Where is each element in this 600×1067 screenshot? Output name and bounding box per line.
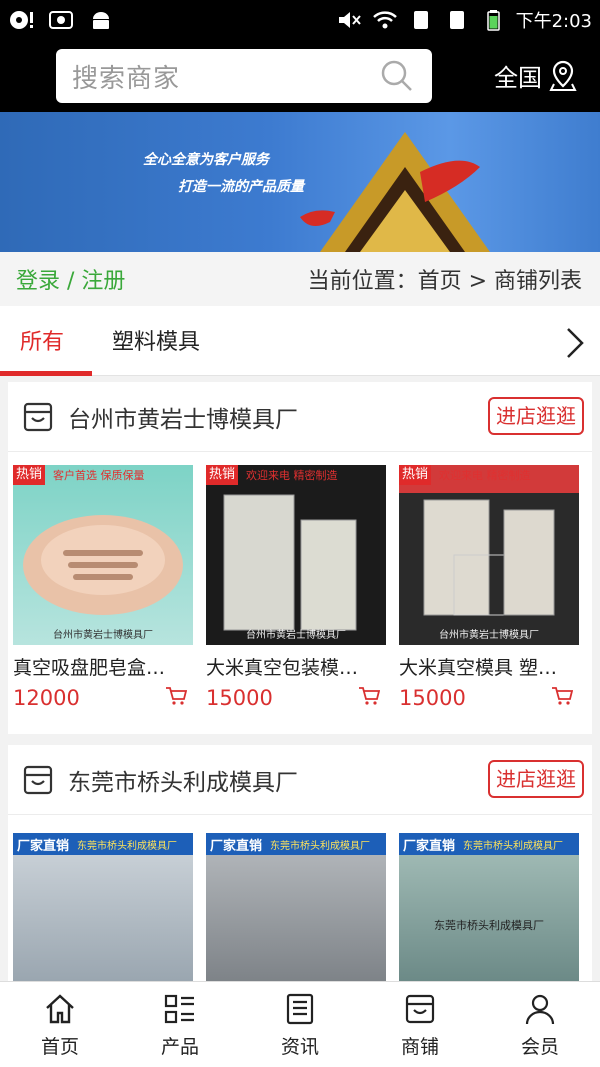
sim1-icon	[413, 11, 428, 29]
nav-shops[interactable]: 商铺	[360, 982, 480, 1067]
factory-direct-label: 厂家直销	[210, 838, 263, 854]
android-icon	[93, 12, 109, 29]
product-item[interactable]: 热销 欢迎来电 精密制造 台州市黄岩士博模具厂 大米真空模具 塑… 15000	[399, 465, 579, 710]
nav-member-label[interactable]: 会员	[521, 1032, 559, 1059]
nav-products[interactable]: 产品	[120, 982, 240, 1067]
location-row: 登录 / 注册 当前位置：首页 > 商铺列表	[0, 252, 600, 306]
shop-name[interactable]: 台州市黄岩士博模具厂	[68, 400, 298, 434]
product-image[interactable]: 热销 欢迎来电 精密制造 台州市黄岩士博模具厂	[206, 465, 386, 645]
factory-name-label: 东莞市桥头利成模具厂	[463, 840, 564, 852]
product-title[interactable]: 大米真空包装模…	[206, 653, 386, 680]
product-item[interactable]: 厂家直销 东莞市桥头利成模具厂 东莞市桥头利成模具厂	[399, 833, 579, 981]
top-header: 搜索商家 全国	[0, 40, 600, 112]
factory-direct-banner: 厂家直销 东莞市桥头利成模具厂	[13, 833, 193, 855]
factory-direct-banner: 厂家直销 东莞市桥头利成模具厂	[206, 833, 386, 855]
home-icon[interactable]	[43, 992, 77, 1026]
grid-list-icon[interactable]	[163, 992, 197, 1026]
factory-direct-banner: 厂家直销 东莞市桥头利成模具厂	[399, 833, 579, 855]
product-image[interactable]: 厂家直销 东莞市桥头利成模具厂	[13, 833, 193, 981]
active-tab-indicator	[0, 371, 92, 376]
hot-badge: 热销	[399, 465, 431, 485]
cart-icon[interactable]	[358, 686, 380, 706]
factory-name-label: 东莞市桥头利成模具厂	[270, 840, 371, 852]
product-image[interactable]: 热销 欢迎来电 精密制造 台州市黄岩士博模具厂	[399, 465, 579, 645]
search-box[interactable]: 搜索商家	[56, 49, 432, 103]
product-image[interactable]: 厂家直销 东莞市桥头利成模具厂	[206, 833, 386, 981]
soap-dish-picture	[23, 515, 183, 615]
product-item[interactable]: 热销 欢迎来电 精密制造 台州市黄岩士博模具厂 大米真空包装模… 15000	[206, 465, 386, 710]
cart-icon[interactable]	[551, 686, 573, 706]
category-tabs: 所有 塑料模具	[0, 306, 600, 376]
nav-home[interactable]: 首页	[0, 982, 120, 1067]
product-item[interactable]: 热销 客户首选 保质保量 台州市黄岩士博模具厂 真空吸盘肥皂盒… 12000	[13, 465, 193, 710]
user-icon[interactable]	[523, 992, 557, 1026]
screenshot-icon	[49, 11, 73, 29]
sim2-icon	[449, 11, 464, 29]
product-tagline: 欢迎来电 精密制造	[439, 469, 531, 482]
hot-badge: 热销	[13, 465, 45, 485]
banner-slogan-1: 全心全意为客户服务	[143, 152, 269, 168]
nav-news-label[interactable]: 资讯	[281, 1032, 319, 1059]
tab-all[interactable]: 所有	[20, 324, 64, 356]
shop-card: 东莞市桥头利成模具厂 进店逛逛 厂家直销 东莞市桥头利成模具厂 厂家直销 东莞市…	[8, 745, 592, 981]
login-register-link[interactable]: 登录 / 注册	[16, 263, 125, 295]
search-placeholder[interactable]: 搜索商家	[72, 58, 180, 95]
product-item[interactable]: 厂家直销 东莞市桥头利成模具厂	[206, 833, 386, 981]
cart-icon[interactable]	[165, 686, 187, 706]
product-item[interactable]: 厂家直销 东莞市桥头利成模具厂	[13, 833, 193, 981]
shop-header[interactable]: 台州市黄岩士博模具厂 进店逛逛	[8, 382, 592, 452]
status-time: 下午2:03	[515, 11, 592, 32]
nav-member[interactable]: 会员	[480, 982, 600, 1067]
shop-icon	[23, 402, 53, 431]
shop-header[interactable]: 东莞市桥头利成模具厂 进店逛逛	[8, 745, 592, 815]
shop-icon[interactable]	[403, 992, 437, 1026]
status-bar: 下午2:03	[0, 0, 600, 40]
battery-icon	[486, 10, 500, 31]
product-title[interactable]: 真空吸盘肥皂盒…	[13, 653, 193, 680]
product-watermark: 东莞市桥头利成模具厂	[434, 919, 544, 932]
location-label[interactable]: 全国	[494, 58, 542, 93]
tab-plastic-molds[interactable]: 塑料模具	[112, 324, 200, 356]
nav-shops-label[interactable]: 商铺	[401, 1032, 439, 1059]
disc-icon	[10, 11, 33, 29]
product-watermark: 台州市黄岩士博模具厂	[53, 630, 153, 641]
breadcrumb: 当前位置：首页 > 商铺列表	[307, 269, 582, 294]
promo-banner[interactable]: 全心全意为客户服务 打造一流的产品质量	[0, 112, 600, 252]
nav-news[interactable]: 资讯	[240, 982, 360, 1067]
factory-direct-label: 厂家直销	[17, 838, 70, 854]
news-icon[interactable]	[283, 992, 317, 1026]
factory-direct-label: 厂家直销	[403, 838, 456, 854]
location-selector[interactable]: 全国	[494, 58, 578, 93]
product-image[interactable]: 厂家直销 东莞市桥头利成模具厂 东莞市桥头利成模具厂	[399, 833, 579, 981]
product-image[interactable]: 热销 客户首选 保质保量 台州市黄岩士博模具厂	[13, 465, 193, 645]
hot-badge: 热销	[206, 465, 238, 485]
product-watermark: 台州市黄岩士博模具厂	[246, 630, 346, 641]
enter-shop-button[interactable]: 进店逛逛	[488, 760, 584, 798]
product-title[interactable]: 大米真空模具 塑…	[399, 653, 579, 680]
product-tagline: 客户首选 保质保量	[53, 469, 145, 482]
product-watermark: 台州市黄岩士博模具厂	[439, 630, 539, 641]
banner-slogan-2: 打造一流的产品质量	[178, 179, 304, 195]
shop-name[interactable]: 东莞市桥头利成模具厂	[68, 763, 298, 797]
search-icon[interactable]	[380, 59, 414, 93]
product-tagline: 欢迎来电 精密制造	[246, 469, 338, 482]
nav-products-label[interactable]: 产品	[161, 1032, 199, 1059]
nav-home-label[interactable]: 首页	[41, 1032, 79, 1059]
mute-icon	[338, 12, 361, 28]
shop-icon	[23, 765, 53, 794]
rice-box-picture	[223, 494, 357, 631]
chevron-right-icon[interactable]	[562, 326, 588, 360]
wifi-icon	[372, 11, 397, 29]
enter-shop-button[interactable]: 进店逛逛	[488, 397, 584, 435]
rice-box-picture	[423, 499, 555, 616]
map-pin-icon[interactable]	[548, 60, 578, 92]
bottom-navigation: 首页 产品 资讯 商铺 会员	[0, 981, 600, 1067]
shop-card: 台州市黄岩士博模具厂 进店逛逛 热销 客户首选 保质保量 台州市黄岩士博模具厂 …	[8, 382, 592, 734]
factory-name-label: 东莞市桥头利成模具厂	[77, 840, 178, 852]
